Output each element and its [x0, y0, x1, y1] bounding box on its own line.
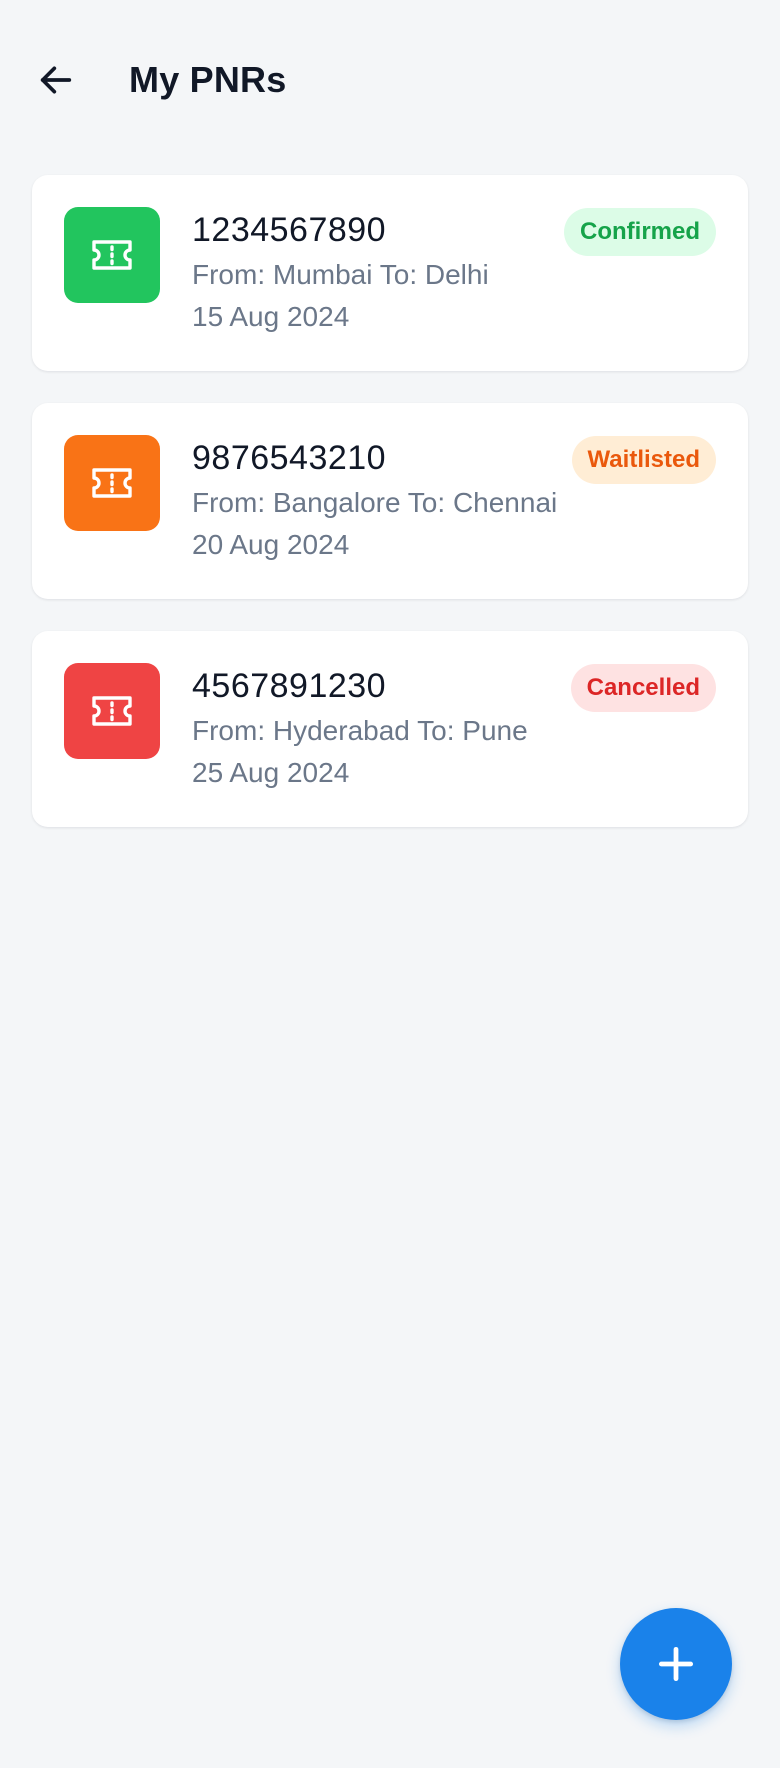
pnr-icon-tile [64, 435, 160, 531]
pnr-date: 15 Aug 2024 [192, 301, 350, 332]
pnr-card[interactable]: 1234567890 From: Mumbai To: Delhi 15 Aug… [32, 175, 748, 371]
pnr-route: From: Mumbai To: Delhi [192, 259, 489, 290]
pnr-number: 9876543210 [192, 439, 387, 477]
add-pnr-button[interactable] [620, 1608, 732, 1720]
pnr-date: 25 Aug 2024 [192, 757, 350, 788]
page-title: My PNRs [129, 59, 287, 100]
arrow-left-icon [40, 66, 72, 94]
pnr-date: 20 Aug 2024 [192, 529, 350, 560]
plus-icon [658, 1646, 694, 1682]
ticket-icon [92, 696, 132, 726]
pnr-card[interactable]: 4567891230 From: Hyderabad To: Pune 25 A… [32, 631, 748, 827]
back-button[interactable] [32, 56, 80, 104]
pnr-route: From: Bangalore To: Chennai [192, 487, 558, 518]
ticket-icon [92, 240, 132, 270]
pnr-number: 1234567890 [192, 211, 387, 249]
pnr-icon-tile [64, 663, 160, 759]
pnr-card[interactable]: 9876543210 From: Bangalore To: Chennai 2… [32, 403, 748, 599]
pnr-route: From: Hyderabad To: Pune [192, 715, 528, 746]
status-badge: Waitlisted [571, 436, 716, 484]
pnr-number: 4567891230 [192, 667, 387, 705]
ticket-icon [92, 468, 132, 498]
status-badge: Cancelled [570, 664, 716, 712]
status-badge: Confirmed [564, 208, 716, 256]
pnr-icon-tile [64, 207, 160, 303]
app-header: My PNRs [0, 0, 780, 160]
pnr-list: 1234567890 From: Mumbai To: Delhi 15 Aug… [32, 175, 748, 859]
